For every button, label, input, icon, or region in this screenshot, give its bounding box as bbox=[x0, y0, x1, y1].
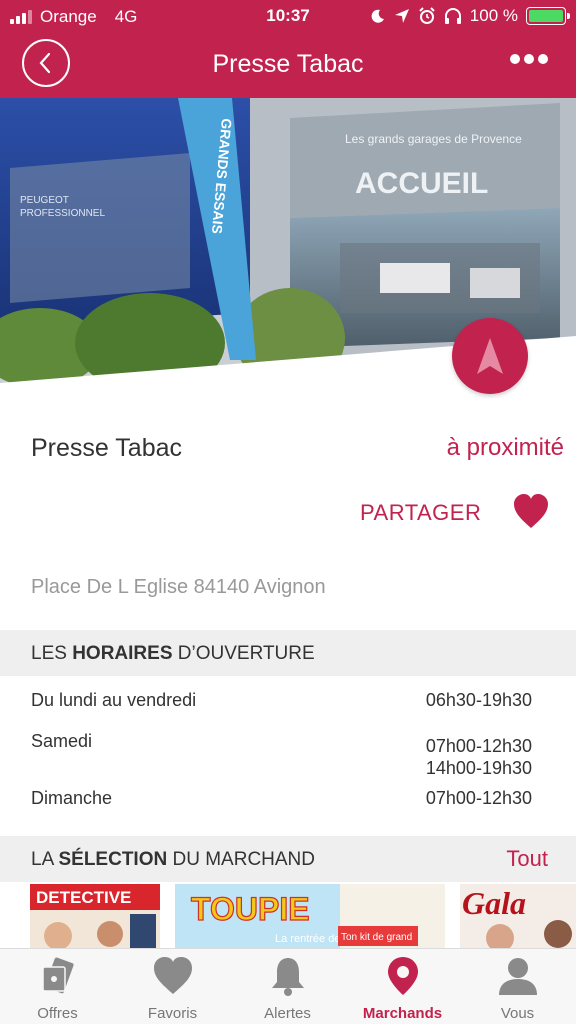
bell-icon bbox=[272, 958, 304, 996]
navigation-arrow-icon bbox=[477, 338, 503, 374]
product-title-gala: Gala bbox=[462, 885, 526, 921]
photo-text-accueil: ACCUEIL bbox=[355, 167, 488, 200]
ellipsis-icon bbox=[510, 54, 520, 64]
tab-alertes[interactable]: Alertes bbox=[230, 949, 345, 1024]
merchant-name: Presse Tabac bbox=[31, 434, 183, 462]
photo-text-peugeot: PEUGEOT bbox=[20, 195, 69, 206]
photo-text-banner: Les grands garages de Provence bbox=[345, 132, 522, 146]
tab-vous[interactable]: Vous bbox=[460, 949, 575, 1024]
merchant-address: Place De L Eglise 84140 Avignon bbox=[31, 576, 326, 598]
hours-day-weekdays: Du lundi au vendredi bbox=[31, 690, 197, 710]
alarm-icon bbox=[419, 7, 435, 24]
tab-label-marchands: Marchands bbox=[362, 1005, 443, 1022]
see-all-link[interactable]: Tout bbox=[506, 846, 548, 872]
product-card-detective[interactable]: DETECTIVE bbox=[30, 884, 160, 948]
directions-button[interactable] bbox=[452, 318, 528, 394]
hours-value-weekdays: 06h30-19h30 bbox=[425, 690, 532, 710]
product-badge-toupie: Ton kit de grand bbox=[341, 932, 412, 943]
hours-value-saturday-1: 07h00-12h30 bbox=[425, 736, 532, 756]
tab-label-favoris: Favoris bbox=[147, 1005, 198, 1022]
product-card-toupie[interactable]: TOUPIE La rentrée de Ton kit de grand bbox=[175, 884, 445, 948]
heart-icon bbox=[154, 957, 192, 994]
headphones-icon bbox=[444, 8, 461, 24]
status-bar: Orange 4G 10:37 100 % bbox=[0, 0, 576, 34]
photo-text-pro: PROFESSIONNEL bbox=[20, 208, 105, 219]
page-title: Presse Tabac bbox=[212, 50, 364, 78]
app-header: Orange 4G 10:37 100 % Presse Tabac bbox=[0, 0, 576, 98]
selection-carousel[interactable]: DETECTIVE TOUPIE La rentrée de Ton kit d… bbox=[0, 882, 576, 948]
tab-marchands[interactable]: Marchands bbox=[345, 949, 460, 1024]
offers-tag-icon bbox=[42, 957, 74, 994]
battery-icon bbox=[526, 7, 570, 25]
tab-favoris[interactable]: Favoris bbox=[115, 949, 230, 1024]
moon-icon bbox=[371, 9, 384, 23]
status-right: 100 % bbox=[370, 6, 570, 26]
hours-day-sunday: Dimanche bbox=[31, 788, 113, 808]
more-options-button[interactable] bbox=[510, 54, 548, 64]
selection-section-title: LA SÉLECTION DU MARCHAND bbox=[31, 849, 315, 870]
hours-section-header: LES HORAIRES D’OUVERTURE bbox=[0, 630, 576, 676]
bottom-tab-bar: Offres Favoris Alertes Marchands Vous bbox=[0, 948, 576, 1024]
product-title-detective: DETECTIVE bbox=[36, 888, 131, 907]
proximity-label: à proximité bbox=[446, 434, 564, 461]
hours-day-saturday: Samedi bbox=[31, 731, 93, 751]
hours-value-sunday: 07h00-12h30 bbox=[425, 788, 532, 808]
map-pin-icon bbox=[388, 957, 418, 995]
battery-percent: 100 % bbox=[469, 6, 518, 25]
tab-label-vous: Vous bbox=[500, 1005, 535, 1022]
share-button[interactable]: PARTAGER bbox=[360, 500, 481, 526]
selection-section-header: LA SÉLECTION DU MARCHAND Tout bbox=[0, 836, 576, 882]
tab-label-alertes: Alertes bbox=[264, 1005, 311, 1022]
location-arrow-icon bbox=[394, 9, 409, 23]
tab-offres[interactable]: Offres bbox=[0, 949, 115, 1024]
hours-value-saturday-2: 14h00-19h30 bbox=[425, 758, 532, 778]
user-icon bbox=[499, 958, 537, 995]
product-subtitle-toupie: La rentrée de bbox=[275, 933, 340, 945]
nav-bar: Presse Tabac bbox=[0, 34, 576, 98]
product-card-gala[interactable]: Gala bbox=[460, 884, 576, 948]
hours-section-title: LES HORAIRES D’OUVERTURE bbox=[31, 643, 315, 664]
heart-icon[interactable] bbox=[512, 493, 550, 531]
product-title-toupie: TOUPIE bbox=[191, 891, 310, 927]
tab-label-offres: Offres bbox=[37, 1005, 78, 1022]
